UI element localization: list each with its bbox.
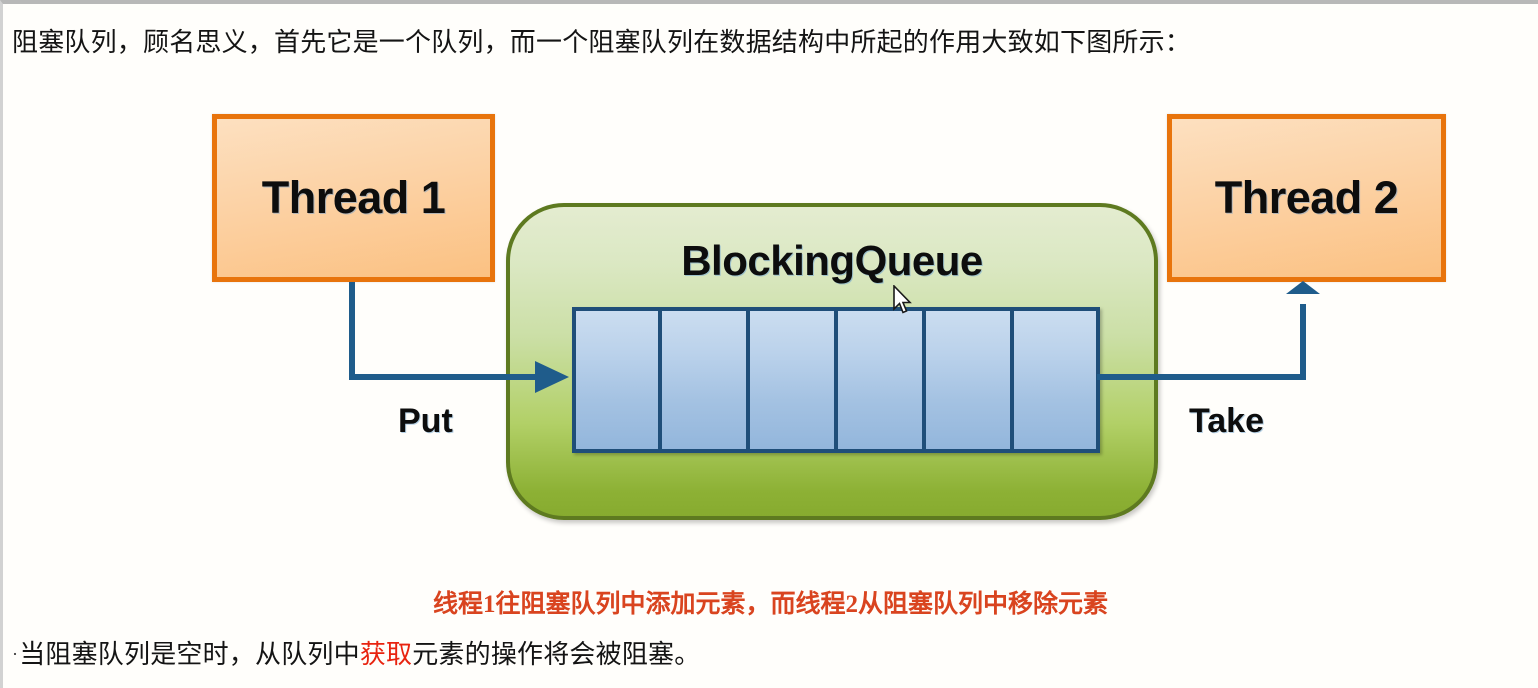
queue-cell xyxy=(660,307,748,453)
take-label: Take xyxy=(1189,402,1264,440)
queue-cell xyxy=(748,307,836,453)
mouse-pointer-icon xyxy=(893,285,912,314)
blocking-queue-diagram: Thread 1 Thread 2 BlockingQueue Put Take xyxy=(3,4,1538,574)
queue-cell xyxy=(924,307,1012,453)
put-label: Put xyxy=(398,402,453,440)
diagram-caption: 线程1往阻塞队列中添加元素，而线程2从阻塞队列中移除元素 xyxy=(432,591,1108,618)
bottom-note-highlight: 获取 xyxy=(359,640,413,669)
blocking-queue-title: BlockingQueue xyxy=(681,237,983,284)
thread1-label: Thread 1 xyxy=(261,172,446,223)
blocking-queue-container: BlockingQueue xyxy=(506,203,1158,520)
queue-cell xyxy=(572,307,660,453)
bullet-marker: · xyxy=(12,644,19,664)
queue-cell xyxy=(1012,307,1100,453)
thread2-label: Thread 2 xyxy=(1214,172,1399,223)
thread1-box: Thread 1 xyxy=(212,114,495,282)
thread2-box: Thread 2 xyxy=(1167,114,1446,282)
document-page: 阻塞队列，顾名思义，首先它是一个队列，而一个阻塞队列在数据结构中所起的作用大致如… xyxy=(0,0,1538,688)
bottom-note: ·当阻塞队列是空时，从队列中获取元素的操作将会被阻塞。 xyxy=(12,634,700,671)
queue-cell xyxy=(836,307,924,453)
bottom-note-part1: 当阻塞队列是空时，从队列中 xyxy=(19,640,360,669)
queue-cells-row xyxy=(572,307,1100,453)
bottom-note-part2: 元素的操作将会被阻塞。 xyxy=(412,640,701,669)
